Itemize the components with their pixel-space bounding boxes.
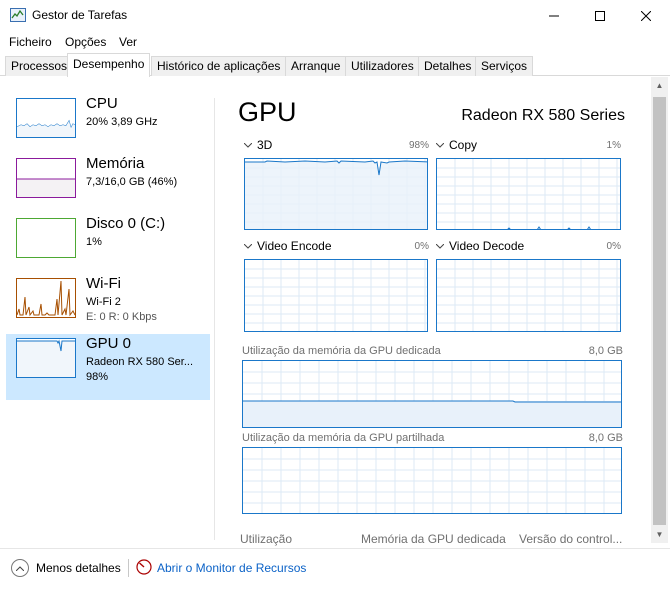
tab-bar: Processos Desempenho Histórico de aplica…	[0, 53, 670, 77]
chevron-down-icon	[436, 142, 444, 148]
wifi-thumbnail-graph	[16, 278, 76, 318]
disk-thumbnail-graph	[16, 218, 76, 258]
engine-max-value: 0%	[606, 241, 621, 252]
footer-bar: Menos detalhes Abrir o Monitor de Recurs…	[0, 548, 670, 588]
minimize-icon	[549, 15, 559, 16]
resource-list: CPU 20% 3,89 GHz Memória 7,3/16,0 GB (46…	[0, 77, 214, 542]
minimize-button[interactable]	[531, 0, 577, 31]
resource-name: Wi-Fi	[86, 275, 121, 292]
resource-detail: 20% 3,89 GHz	[86, 116, 158, 128]
resource-detail-secondary: 98%	[86, 371, 109, 383]
gpu-thumbnail-graph	[16, 338, 76, 378]
open-resource-monitor-link[interactable]: Abrir o Monitor de Recursos	[157, 561, 306, 575]
engine-graph-3d	[244, 158, 428, 230]
engine-graph-copy	[436, 158, 621, 230]
engine-selector-3d[interactable]: 3D	[244, 138, 272, 152]
footer-divider	[128, 559, 129, 577]
engine-selector-video-encode[interactable]: Video Encode	[244, 239, 332, 253]
close-icon	[641, 10, 651, 21]
resource-monitor-icon	[136, 559, 152, 575]
chevron-down-icon	[244, 243, 252, 249]
resource-item-gpu[interactable]: GPU 0 Radeon RX 580 Ser... 98%	[6, 334, 210, 400]
engine-graph-video-decode	[436, 259, 621, 332]
resource-name: CPU	[86, 95, 118, 112]
fewer-details-button[interactable]: Menos detalhes	[36, 561, 121, 575]
chevron-down-icon	[436, 243, 444, 249]
engine-max-value: 0%	[414, 241, 429, 252]
resource-name: GPU 0	[86, 335, 132, 352]
task-manager-app-icon	[10, 8, 26, 22]
scroll-down-arrow-icon[interactable]: ▼	[651, 526, 668, 543]
resource-detail: 1%	[86, 236, 102, 248]
resource-detail: Radeon RX 580 Ser...	[86, 356, 194, 368]
stat-label-dedicated-memory: Memória da GPU dedicada	[361, 532, 506, 546]
dedicated-memory-label: Utilização da memória da GPU dedicada	[242, 345, 441, 357]
resource-detail: 7,3/16,0 GB (46%)	[86, 176, 178, 188]
chevron-up-icon[interactable]	[11, 559, 29, 577]
resource-name: Disco 0 (C:)	[86, 215, 166, 232]
engine-label: Copy	[449, 138, 478, 152]
tab-startup[interactable]: Arranque	[285, 56, 347, 76]
menu-options[interactable]: Opções	[65, 35, 106, 49]
tab-processes[interactable]: Processos	[5, 56, 74, 76]
tab-services[interactable]: Serviços	[475, 56, 534, 76]
memory-thumbnail-graph	[16, 158, 76, 198]
stat-label-utilization: Utilização	[240, 532, 293, 546]
stat-label-driver-version: Versão do control...	[519, 532, 623, 546]
engine-max-value: 98%	[408, 140, 429, 151]
scroll-thumb[interactable]	[653, 97, 666, 525]
engine-label: Video Encode	[257, 239, 332, 253]
close-button[interactable]	[623, 0, 669, 31]
shared-memory-max: 8,0 GB	[588, 432, 623, 444]
maximize-icon	[595, 10, 605, 21]
gpu-model-name: Radeon RX 580 Series	[461, 107, 625, 124]
dedicated-memory-max: 8,0 GB	[588, 345, 623, 357]
resource-item-memory[interactable]: Memória 7,3/16,0 GB (46%)	[6, 154, 210, 220]
vertical-scrollbar[interactable]: ▲ ▼	[651, 77, 668, 543]
shared-memory-label: Utilização da memória da GPU partilhada	[242, 432, 445, 444]
page-title: GPU	[238, 97, 297, 127]
shared-memory-graph	[242, 447, 622, 514]
cpu-thumbnail-graph	[16, 98, 76, 138]
maximize-button[interactable]	[577, 0, 623, 31]
tab-performance[interactable]: Desempenho	[67, 53, 151, 77]
dedicated-memory-graph	[242, 360, 622, 428]
tab-app-history[interactable]: Histórico de aplicações	[151, 56, 287, 76]
window-title: Gestor de Tarefas	[32, 8, 128, 22]
gpu-detail-panel: GPU Radeon RX 580 Series 3D 98% Copy 1%	[215, 77, 650, 546]
scroll-up-arrow-icon[interactable]: ▲	[651, 77, 668, 94]
resource-detail-secondary: E: 0 R: 0 Kbps	[86, 311, 157, 323]
engine-selector-video-decode[interactable]: Video Decode	[436, 239, 524, 253]
menu-view[interactable]: Ver	[119, 35, 137, 49]
tab-users[interactable]: Utilizadores	[345, 56, 420, 76]
menu-file[interactable]: Ficheiro	[9, 35, 52, 49]
title-bar: Gestor de Tarefas	[0, 0, 670, 31]
resource-name: Memória	[86, 155, 145, 172]
resource-item-disk[interactable]: Disco 0 (C:) 1%	[6, 214, 210, 280]
resource-detail: Wi-Fi 2	[86, 296, 121, 308]
menu-bar: Ficheiro Opções Ver	[0, 31, 670, 53]
engine-label: 3D	[257, 138, 273, 152]
resource-item-cpu[interactable]: CPU 20% 3,89 GHz	[6, 94, 210, 160]
resource-item-wifi[interactable]: Wi-Fi Wi-Fi 2 E: 0 R: 0 Kbps	[6, 274, 210, 340]
engine-selector-copy[interactable]: Copy	[436, 138, 477, 152]
engine-max-value: 1%	[606, 140, 621, 151]
chevron-down-icon	[244, 142, 252, 148]
engine-graph-video-encode	[244, 259, 428, 332]
engine-label: Video Decode	[449, 239, 525, 253]
tab-details[interactable]: Detalhes	[418, 56, 478, 76]
